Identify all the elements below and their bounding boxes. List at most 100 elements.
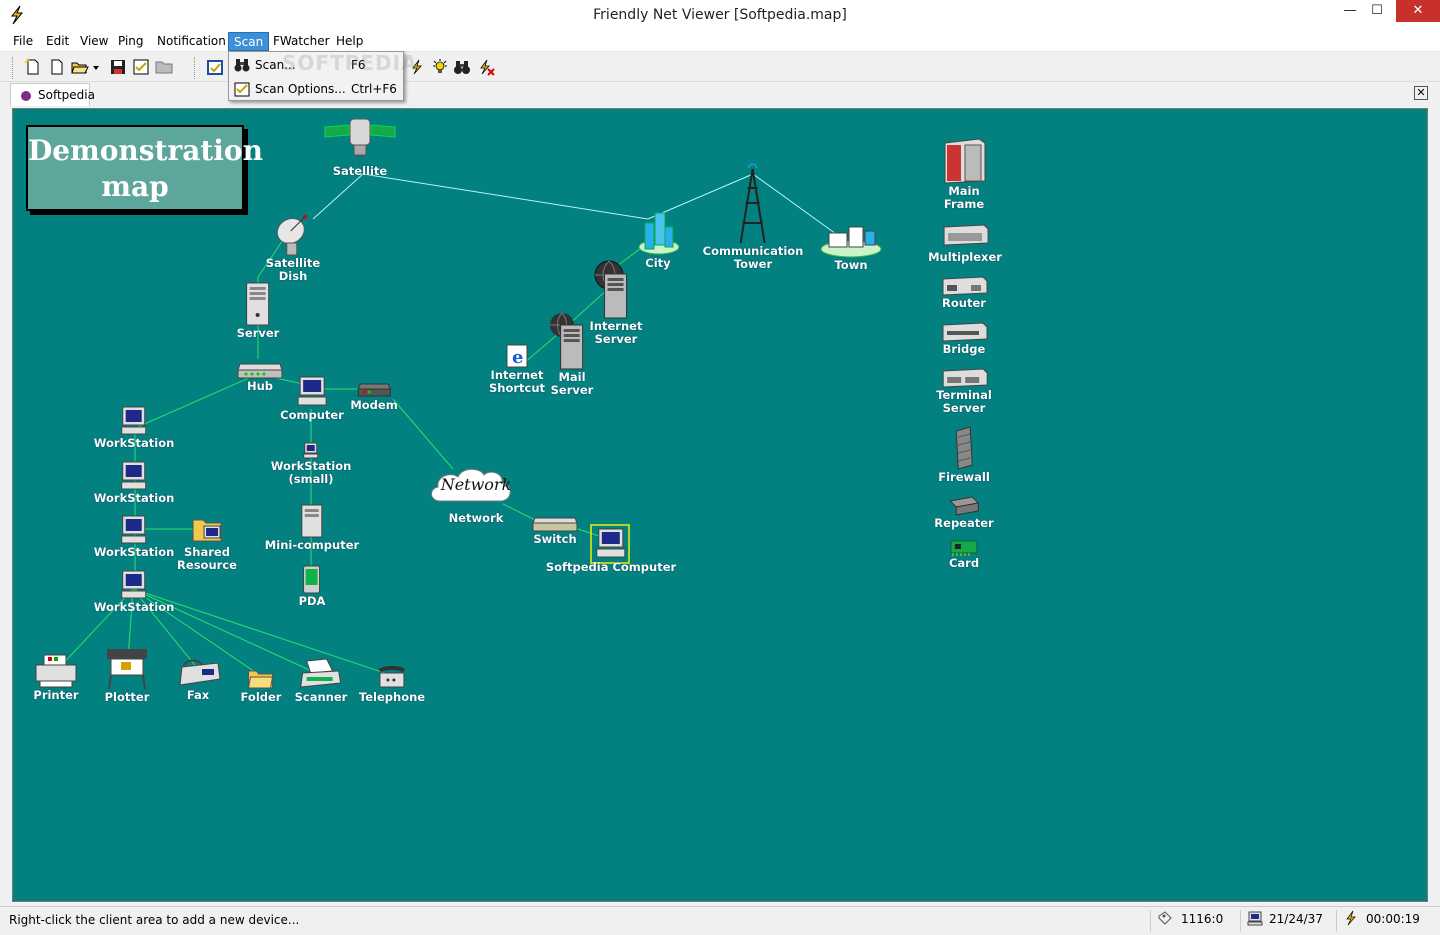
demo-map-title-box[interactable]: Demonstration map xyxy=(26,125,263,211)
device-label: Repeater xyxy=(934,516,994,530)
device-bridge[interactable]: Bridge xyxy=(939,321,989,356)
network-map-canvas[interactable]: Demonstration map Satellite Satellite Di… xyxy=(12,108,1428,902)
menu-file[interactable]: File xyxy=(8,32,38,51)
network-cloud[interactable]: Network xyxy=(426,465,526,509)
workstation-icon xyxy=(121,515,147,544)
internet-server-icon xyxy=(604,273,628,319)
device-city[interactable]: City xyxy=(635,209,681,270)
telephone-icon xyxy=(378,666,406,688)
folder-icon[interactable] xyxy=(155,58,173,76)
hub-icon xyxy=(237,363,283,379)
device-multiplexer[interactable]: Multiplexer xyxy=(928,221,1002,264)
watermark-logo: SOFTPEDIA xyxy=(282,51,418,75)
document-tab-bar: Softpedia ✕ xyxy=(0,82,1440,106)
device-internet-server[interactable]: Internet Server xyxy=(589,272,643,346)
device-firewall[interactable]: Firewall xyxy=(938,425,990,484)
alarm-bulb-icon[interactable] xyxy=(431,58,449,76)
device-communication-tower[interactable]: Communication Tower xyxy=(703,163,803,271)
computer-icon xyxy=(297,376,327,406)
device-internet-shortcut[interactable]: e Internet Shortcut xyxy=(489,343,545,395)
save-all-icon[interactable] xyxy=(132,58,150,76)
workstation-icon xyxy=(121,461,147,490)
device-workstation[interactable]: WorkStation xyxy=(94,460,174,505)
tag-icon xyxy=(1158,911,1172,925)
menu-item-label: Scan Options... xyxy=(255,82,346,96)
close-tab-button[interactable]: ✕ xyxy=(1414,86,1428,100)
device-scanner[interactable]: Scanner xyxy=(295,657,347,704)
satellite-icon xyxy=(324,118,396,163)
terminal-server-icon xyxy=(942,368,988,388)
new-file-icon[interactable] xyxy=(24,58,42,76)
device-router[interactable]: Router xyxy=(939,275,989,310)
computer-status-icon xyxy=(1247,911,1263,926)
menu-help[interactable]: Help xyxy=(331,32,368,51)
device-mini-computer[interactable]: Mini-computer xyxy=(265,503,359,552)
open-dropdown-icon[interactable] xyxy=(91,58,101,76)
device-label: Network xyxy=(448,511,504,525)
device-fax[interactable]: Fax xyxy=(174,657,222,702)
device-town[interactable]: Town xyxy=(819,223,883,272)
workstation-icon xyxy=(121,570,147,599)
status-bar: Right-click the client area to add a new… xyxy=(0,906,1440,935)
maximize-button[interactable]: ☐ xyxy=(1362,0,1392,22)
device-label: Folder xyxy=(240,690,282,704)
device-computer[interactable]: Computer xyxy=(280,375,344,422)
menu-notification[interactable]: Notification xyxy=(152,32,231,51)
device-label: WorkStation xyxy=(93,600,175,614)
properties-icon[interactable] xyxy=(206,58,224,76)
device-label: Multiplexer xyxy=(928,250,1002,264)
device-workstation[interactable]: WorkStation xyxy=(93,569,175,614)
device-label: Mini-computer xyxy=(264,538,360,552)
menu-item-scan-options[interactable]: Scan Options... Ctrl+F6 xyxy=(231,78,401,100)
device-softpedia-computer[interactable]: Softpedia Computer xyxy=(546,527,676,574)
device-label: Computer xyxy=(280,408,344,422)
device-card[interactable]: Card xyxy=(949,539,979,570)
device-label: Plotter xyxy=(104,690,150,704)
title-bar: Friendly Net Viewer [Softpedia.map] — ☐ … xyxy=(0,0,1440,30)
multiplexer-icon xyxy=(943,224,989,246)
device-repeater[interactable]: Repeater xyxy=(934,493,994,530)
device-label: WorkStation xyxy=(93,545,175,559)
device-shared-resource[interactable]: Shared Resource xyxy=(177,514,237,572)
device-label: Satellite Dish xyxy=(265,256,321,283)
device-plotter[interactable]: Plotter xyxy=(103,647,151,704)
firewall-icon xyxy=(955,426,973,470)
menu-edit[interactable]: Edit xyxy=(41,32,74,51)
device-printer[interactable]: Printer xyxy=(32,653,80,702)
binoculars-icon[interactable] xyxy=(453,58,471,76)
toolbar-grip xyxy=(12,57,13,79)
status-devices: 21/24/37 xyxy=(1269,912,1323,926)
device-workstation-small[interactable]: WorkStation (small) xyxy=(271,442,351,486)
device-pda[interactable]: PDA xyxy=(299,565,325,608)
open-folder-icon[interactable] xyxy=(71,58,89,76)
device-terminal-server[interactable]: Terminal Server xyxy=(936,367,992,415)
device-label: Internet Shortcut xyxy=(488,368,546,395)
device-satellite-dish[interactable]: Satellite Dish xyxy=(266,213,320,283)
device-workstation[interactable]: WorkStation xyxy=(93,514,175,559)
new-document-icon[interactable] xyxy=(48,58,66,76)
save-icon[interactable] xyxy=(109,58,127,76)
menu-ping[interactable]: Ping xyxy=(113,32,149,51)
menu-fwatcher[interactable]: FWatcher xyxy=(268,32,335,51)
menu-view[interactable]: View xyxy=(75,32,113,51)
town-icon xyxy=(820,226,882,258)
menu-scan[interactable]: Scan xyxy=(228,32,270,51)
minimize-button[interactable]: — xyxy=(1335,0,1365,22)
device-label: Bridge xyxy=(942,342,986,356)
device-main-frame[interactable]: Main Frame xyxy=(939,135,989,211)
device-telephone[interactable]: Telephone xyxy=(359,665,425,704)
device-hub[interactable]: Hub xyxy=(236,360,284,393)
device-label: Internet Server xyxy=(589,319,643,346)
disconnect-icon[interactable] xyxy=(477,58,495,76)
device-folder[interactable]: Folder xyxy=(240,665,282,704)
device-network[interactable]: Network xyxy=(449,512,504,525)
device-mail-server[interactable]: Mail Server xyxy=(551,323,593,397)
close-button[interactable]: ✕ xyxy=(1396,0,1440,22)
device-satellite[interactable]: Satellite xyxy=(323,115,397,178)
device-workstation[interactable]: WorkStation xyxy=(94,405,174,450)
device-modem[interactable]: Modem xyxy=(350,381,398,412)
toolbar-separator xyxy=(194,57,195,79)
internet-explorer-icon: e xyxy=(506,344,528,368)
tab-softpedia[interactable]: Softpedia xyxy=(10,83,95,106)
device-server[interactable]: Server xyxy=(237,281,279,340)
